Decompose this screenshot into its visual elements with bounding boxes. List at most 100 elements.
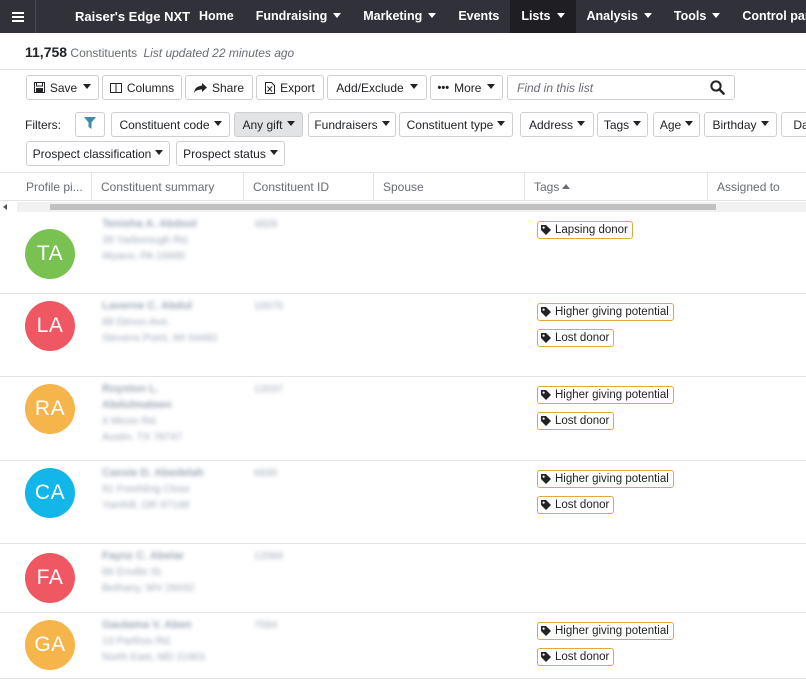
chevron-down-icon bbox=[333, 13, 342, 19]
constituent-id: 6930 bbox=[254, 467, 278, 479]
nav-item-tools[interactable]: Tools bbox=[663, 0, 731, 33]
scrollbar-thumb[interactable] bbox=[50, 204, 716, 210]
filter-address-button[interactable]: Address bbox=[520, 112, 594, 137]
constituent-address: 86 Enville St. bbox=[102, 566, 164, 578]
chevron-down-icon bbox=[556, 13, 565, 19]
avatar[interactable]: TA bbox=[25, 229, 75, 279]
filter-birthday-button[interactable]: Birthday bbox=[704, 112, 777, 137]
tag-badge[interactable]: Lost donor bbox=[537, 496, 615, 514]
search-input[interactable] bbox=[508, 76, 698, 99]
menu-icon[interactable] bbox=[0, 0, 36, 33]
constituent-id: 12037 bbox=[254, 383, 284, 395]
avatar[interactable]: CA bbox=[25, 468, 75, 518]
filter-tags-button[interactable]: Tags bbox=[597, 112, 648, 137]
search-icon[interactable] bbox=[710, 80, 725, 98]
save-label: Save bbox=[49, 80, 78, 95]
nav-item-label: Marketing bbox=[363, 9, 423, 23]
table-row[interactable]: LA Laverne C. Abdul 88 Dimon Ave. Stevens P… bbox=[0, 294, 806, 377]
filter-toggle-button[interactable] bbox=[75, 112, 105, 137]
more-label: More bbox=[454, 80, 482, 95]
constituent-name[interactable]: Gautama V. Aben bbox=[102, 617, 192, 633]
filter-fundraisers-button[interactable]: Fundraisers bbox=[308, 112, 396, 137]
chevron-down-icon bbox=[269, 150, 278, 155]
tag-badge[interactable]: Lapsing donor bbox=[537, 221, 633, 239]
filter-label: Fundraisers bbox=[314, 117, 378, 132]
filter-prospect-classification-button[interactable]: Prospect classification bbox=[26, 141, 170, 166]
constituent-address: Stevens Point, WI 54482 bbox=[102, 332, 218, 344]
filter-label: Age bbox=[659, 117, 682, 132]
ellipsis-icon: ••• bbox=[437, 81, 450, 94]
tag-icon bbox=[541, 307, 551, 317]
more-button[interactable]: ••• More bbox=[430, 75, 503, 100]
nav-item-label: Tools bbox=[673, 9, 707, 23]
constituent-name[interactable]: Tenisha A. Abdool bbox=[102, 216, 197, 232]
constituent-address: 91 Freehling Close bbox=[102, 483, 191, 495]
column-header-assigned-to[interactable]: Assigned to bbox=[708, 173, 806, 201]
nav-item-analysis[interactable]: Analysis bbox=[576, 0, 663, 33]
column-header-constituent-summary[interactable]: Constituent summary bbox=[92, 173, 244, 201]
constituent-count: 11,758 bbox=[25, 44, 68, 60]
scroll-left-arrow-icon[interactable] bbox=[3, 204, 7, 210]
filter-age-button[interactable]: Age bbox=[653, 112, 700, 137]
nav-item-control-panel[interactable]: Control panel bbox=[731, 0, 806, 33]
chevron-down-icon bbox=[409, 84, 418, 89]
nav-item-events[interactable]: Events bbox=[447, 0, 510, 33]
filter-prospect-status-button[interactable]: Prospect status bbox=[176, 141, 285, 166]
filter-constituent-code-button[interactable]: Constituent code bbox=[111, 112, 230, 137]
nav-item-home[interactable]: Home bbox=[188, 0, 245, 33]
nav-item-fundraising[interactable]: Fundraising bbox=[245, 0, 353, 33]
constituent-count-label: Constituents bbox=[70, 46, 138, 60]
save-button[interactable]: Save bbox=[26, 75, 99, 100]
tags-header-label: Tags bbox=[534, 180, 560, 194]
avatar[interactable]: FA bbox=[25, 553, 75, 603]
tag-badge[interactable]: Lost donor bbox=[537, 329, 615, 347]
table-row[interactable]: RA Royston L. Abdulmateen 4 Micon Rd. Austin… bbox=[0, 377, 806, 461]
brand-title[interactable]: Raiser's Edge NXT bbox=[36, 0, 204, 33]
tag-badge[interactable]: Higher giving potential bbox=[537, 303, 674, 321]
add-exclude-button[interactable]: Add/Exclude bbox=[327, 75, 427, 100]
tag-badge[interactable]: Lost donor bbox=[537, 648, 615, 666]
filter-any-gift-button[interactable]: Any gift bbox=[234, 112, 303, 137]
tag-badge[interactable]: Higher giving potential bbox=[537, 622, 674, 640]
divider bbox=[0, 69, 806, 70]
tag-label: Lost donor bbox=[555, 651, 610, 663]
column-header-spouse[interactable]: Spouse bbox=[374, 173, 525, 201]
constituent-name[interactable]: Faynz C. Abelar bbox=[102, 548, 184, 564]
tag-icon bbox=[541, 474, 551, 484]
tag-badge[interactable]: Lost donor bbox=[537, 412, 615, 430]
tag-badge[interactable]: Higher giving potential bbox=[537, 386, 674, 404]
chevron-down-icon bbox=[712, 13, 721, 19]
export-button[interactable]: Export bbox=[256, 75, 324, 100]
constituent-name: Abdulmateen bbox=[102, 399, 172, 411]
share-button[interactable]: Share bbox=[185, 75, 253, 100]
nav-item-lists[interactable]: Lists bbox=[510, 0, 576, 33]
table-row[interactable]: TA Tenisha A. Abdool 39 Yarborough Rd. Wyan… bbox=[0, 212, 806, 294]
filter-label: Address bbox=[528, 117, 574, 132]
avatar[interactable]: RA bbox=[25, 384, 75, 434]
horizontal-scrollbar[interactable] bbox=[3, 202, 806, 212]
filter-constituent-type-button[interactable]: Constituent type bbox=[399, 112, 513, 137]
table-row[interactable]: GA Gautama V. Aben 13 Parthos Rd. North Eas… bbox=[0, 613, 806, 679]
columns-label: Columns bbox=[126, 80, 175, 95]
chevron-down-icon bbox=[577, 121, 586, 126]
constituent-address: 13 Parthos Rd. bbox=[102, 635, 173, 647]
constituent-address: Austin, TX 78747 bbox=[102, 431, 183, 443]
avatar[interactable]: GA bbox=[25, 620, 75, 670]
table-row[interactable]: FA Faynz C. Abelar 86 Enville St. Bethany, … bbox=[0, 544, 806, 613]
constituent-name[interactable]: Cassie D. Abedelah bbox=[102, 465, 204, 481]
filter-label: Prospect classification bbox=[32, 146, 152, 161]
filter-da-button[interactable]: Da bbox=[781, 112, 806, 137]
chevron-down-icon bbox=[155, 150, 164, 155]
avatar[interactable]: LA bbox=[25, 301, 75, 351]
table-row[interactable]: CA Cassie D. Abedelah 91 Freehling Close Ya… bbox=[0, 461, 806, 544]
columns-button[interactable]: Columns bbox=[102, 75, 182, 100]
column-header-constituent-id[interactable]: Constituent ID bbox=[244, 173, 374, 201]
tag-badge[interactable]: Higher giving potential bbox=[537, 470, 674, 488]
constituent-name[interactable]: Royston L. bbox=[102, 381, 159, 397]
nav-item-label: Fundraising bbox=[255, 9, 328, 23]
add-exclude-label: Add/Exclude bbox=[336, 80, 404, 95]
constituent-name[interactable]: Laverne C. Abdul bbox=[102, 298, 192, 314]
column-header-profile-picture[interactable]: Profile pi... bbox=[17, 173, 92, 201]
nav-item-marketing[interactable]: Marketing bbox=[352, 0, 447, 33]
column-header-tags[interactable]: Tags bbox=[525, 173, 708, 201]
